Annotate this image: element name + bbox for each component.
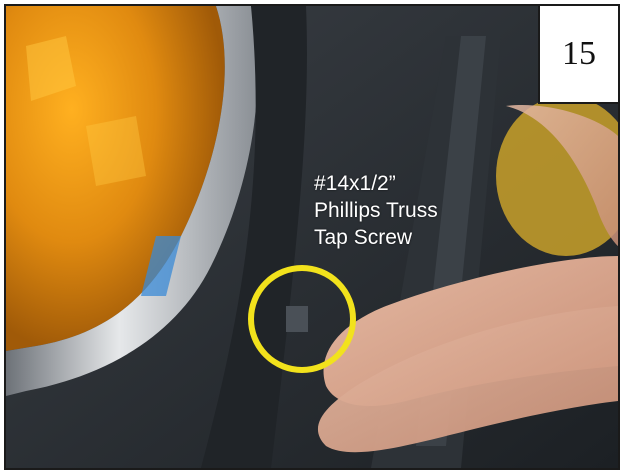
screw-callout: #14x1/2” Phillips Truss Tap Screw: [314, 170, 438, 251]
callout-line-3: Tap Screw: [314, 226, 413, 249]
callout-line-2: Phillips Truss: [314, 199, 438, 222]
callout-line-1: #14x1/2”: [314, 172, 396, 195]
step-number-box: 15: [538, 6, 618, 104]
screw: [286, 306, 308, 332]
step-number: 15: [562, 35, 596, 72]
installation-photo: 15 #14x1/2” Phillips Truss Tap Screw: [4, 4, 620, 470]
photo-illustration: [6, 6, 618, 468]
instruction-step-page: 15 #14x1/2” Phillips Truss Tap Screw: [0, 0, 624, 473]
